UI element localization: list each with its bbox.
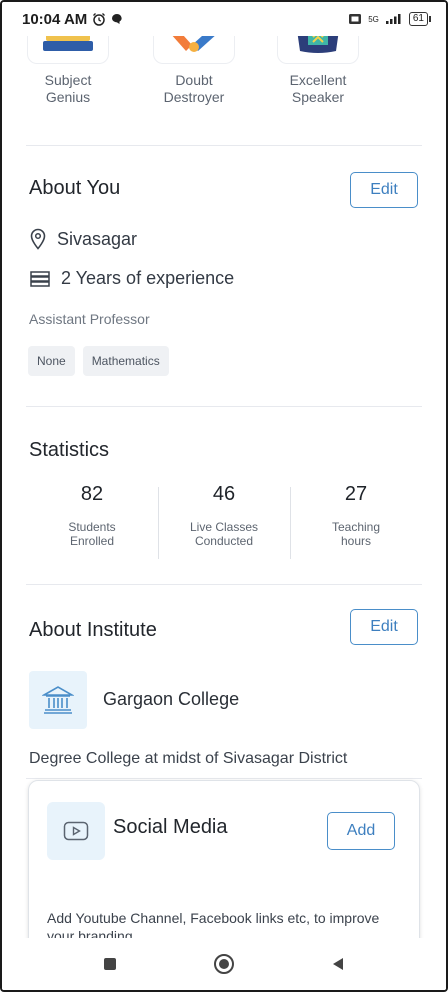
location-text: Sivasagar — [57, 228, 138, 249]
stat-value: 82 — [80, 483, 104, 505]
about-you-edit-button[interactable]: Edit — [350, 172, 418, 208]
video-play-icon — [63, 821, 89, 841]
divider — [26, 406, 422, 407]
status-bar: 10:04 AM 5G 61 — [2, 2, 446, 36]
tag-chip: Mathematics — [82, 346, 169, 376]
experience-stack-icon — [30, 270, 50, 287]
battery-indicator: 61 — [408, 12, 432, 26]
about-institute-title: About Institute — [29, 619, 157, 641]
statistics-title: Statistics — [29, 439, 110, 461]
chat-notification-icon — [112, 14, 122, 24]
system-navigation-bar — [2, 938, 446, 990]
institute-name: Gargaon College — [103, 689, 240, 709]
social-icon-box — [47, 802, 105, 860]
about-you-title: About You — [29, 177, 121, 199]
tag-chip: None — [28, 346, 75, 376]
stat-label-line1: Teaching — [331, 520, 381, 534]
stat-value: 27 — [344, 483, 368, 505]
stat-live-classes: 46 Live Classes Conducted — [158, 483, 290, 559]
stat-label-line1: Students — [68, 520, 116, 534]
location-row: Sivasagar — [29, 228, 137, 250]
badge-label-line1: Subject — [44, 72, 92, 88]
institute-icon-box — [29, 671, 87, 729]
stat-teaching-hours: 27 Teaching hours — [290, 483, 422, 559]
divider — [26, 778, 422, 779]
badge-label-line2: Genius — [45, 89, 91, 105]
social-media-add-button[interactable]: Add — [327, 812, 395, 850]
designation-text: Assistant Professor — [29, 311, 150, 327]
signal-icon — [385, 14, 401, 24]
stat-students-enrolled: 82 Students Enrolled — [26, 483, 158, 548]
alarm-icon — [93, 13, 106, 26]
social-media-title: Social Media — [113, 816, 228, 838]
divider — [26, 145, 422, 146]
back-triangle-icon — [333, 958, 343, 970]
badge-label-line1: Doubt — [175, 72, 213, 88]
recents-button[interactable] — [98, 952, 122, 976]
stat-label-line2: Conducted — [194, 534, 254, 548]
home-circle-icon — [214, 954, 234, 974]
location-pin-icon — [30, 228, 46, 250]
back-button[interactable] — [326, 952, 350, 976]
stat-label-line1: Live Classes — [189, 520, 259, 534]
stat-value: 46 — [212, 483, 236, 505]
experience-text: 2 Years of experience — [61, 268, 235, 288]
institute-description: Degree College at midst of Sivasagar Dis… — [29, 750, 348, 767]
divider — [26, 584, 422, 585]
badge-label-line1: Excellent — [289, 72, 347, 88]
institution-building-icon — [42, 686, 74, 714]
stat-label-line2: Enrolled — [69, 534, 115, 548]
recents-square-icon — [104, 958, 116, 970]
badge-label-line2: Speaker — [291, 89, 345, 105]
subject-tags: None Mathematics — [28, 346, 169, 376]
network-label: 5G — [368, 14, 379, 24]
phone-screen: 10:04 AM 5G 61 Subject Genius Doubt Dest… — [0, 0, 448, 992]
experience-row: 2 Years of experience — [29, 268, 234, 289]
home-button[interactable] — [212, 952, 236, 976]
about-institute-edit-button[interactable]: Edit — [350, 609, 418, 645]
stat-label-line2: hours — [340, 534, 372, 548]
badge-label-line2: Destroyer — [163, 89, 225, 105]
screen-record-icon — [349, 14, 362, 24]
statistics-row: 82 Students Enrolled 46 Live Classes Con… — [26, 483, 422, 559]
status-time: 10:04 AM — [22, 10, 88, 28]
